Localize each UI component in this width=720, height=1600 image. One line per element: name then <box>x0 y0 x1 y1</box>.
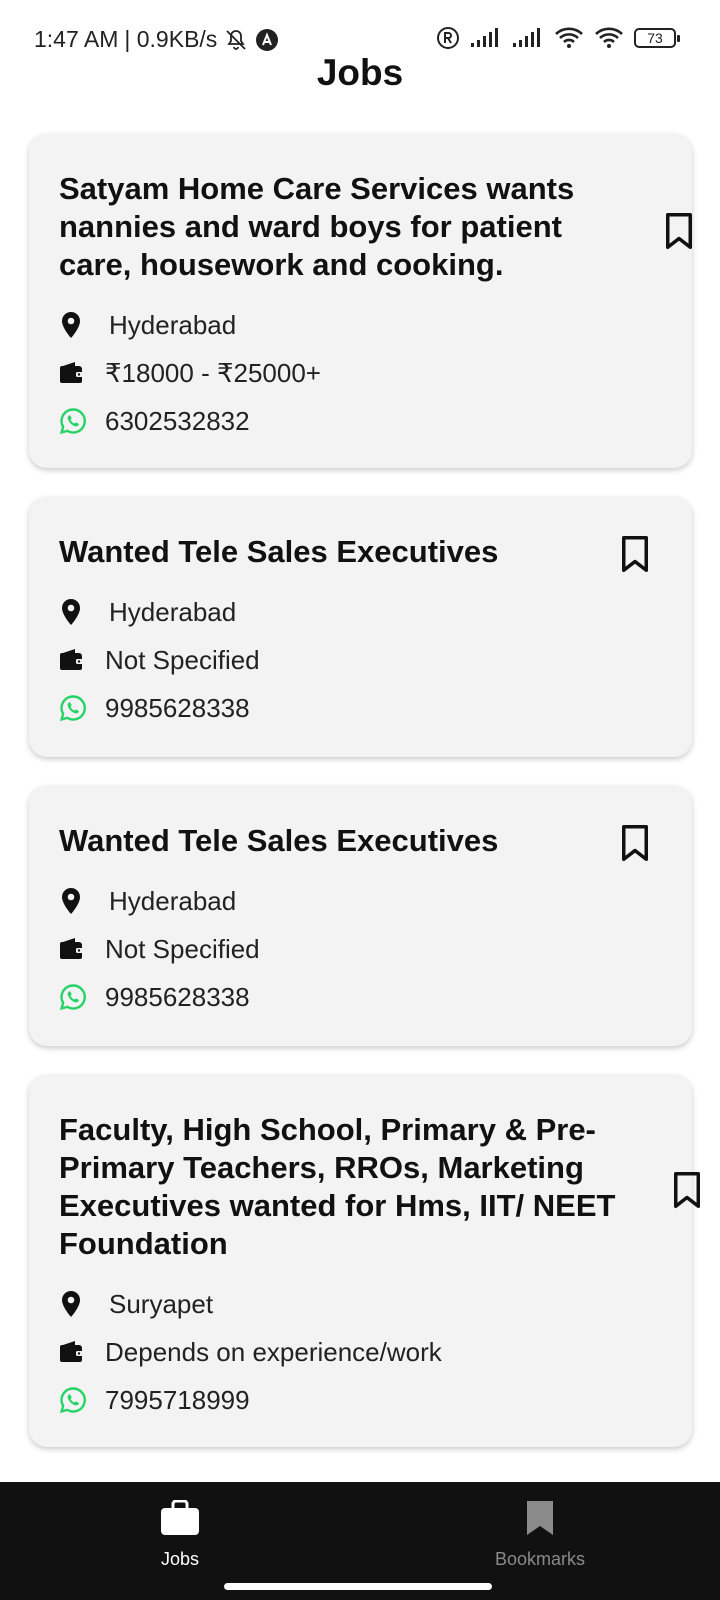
job-salary: Not Specified <box>105 933 260 964</box>
location-pin-icon <box>59 311 93 339</box>
location-pin-icon <box>59 887 93 915</box>
wifi-icon <box>554 26 584 50</box>
job-list: Satyam Home Care Services wants nannies … <box>29 134 700 1447</box>
bell-off-icon <box>223 28 249 52</box>
job-title: Faculty, High School, Primary & Pre-Prim… <box>59 1112 616 1261</box>
job-location: Hyderabad <box>109 885 237 916</box>
wifi-icon <box>594 26 624 50</box>
job-phone: 6302532832 <box>105 405 250 436</box>
phone-row[interactable]: 6302532832 <box>59 406 662 436</box>
job-card[interactable]: Satyam Home Care Services wants nannies … <box>29 134 692 468</box>
job-phone: 9985628338 <box>105 692 250 723</box>
salary-row: ₹18000 - ₹25000+ <box>59 358 662 388</box>
location-row: Suryapet <box>59 1289 662 1319</box>
job-phone: 7995718999 <box>105 1384 250 1415</box>
salary-row: Not Specified <box>59 934 662 964</box>
tab-jobs-label: Jobs <box>160 1549 200 1569</box>
salary-row: Depends on experience/work <box>59 1337 662 1367</box>
signal-icon <box>470 27 502 49</box>
job-title: Satyam Home Care Services wants nannies … <box>59 171 575 282</box>
job-location: Hyderabad <box>109 309 237 340</box>
job-salary: ₹18000 - ₹25000+ <box>105 357 321 388</box>
job-card[interactable]: Wanted Tele Sales Executives Hyderabad N… <box>29 497 692 757</box>
job-title: Wanted Tele Sales Executives <box>59 534 499 569</box>
job-card[interactable]: Faculty, High School, Primary & Pre-Prim… <box>29 1075 700 1447</box>
salary-row: Not Specified <box>59 645 662 675</box>
bookmark-icon[interactable] <box>618 822 652 864</box>
bookmark-icon[interactable] <box>618 533 652 575</box>
phone-row[interactable]: 9985628338 <box>59 982 662 1012</box>
job-card[interactable]: Wanted Tele Sales Executives Hyderabad N… <box>29 786 692 1046</box>
home-indicator[interactable] <box>224 1583 492 1590</box>
status-speed: | 0.9KB/s <box>124 26 218 52</box>
phone-row[interactable]: 9985628338 <box>59 693 662 723</box>
bookmark-filled-icon <box>526 1501 554 1540</box>
phone-row[interactable]: 7995718999 <box>59 1385 662 1415</box>
status-time: 1:47 AM <box>34 26 119 52</box>
app-a-icon <box>255 28 279 52</box>
job-phone: 9985628338 <box>105 981 250 1012</box>
signal-icon <box>512 27 544 49</box>
wallet-icon <box>59 937 93 961</box>
wallet-icon <box>59 361 93 385</box>
battery-icon: 73 <box>634 28 680 48</box>
whatsapp-icon <box>59 694 93 722</box>
location-row: Hyderabad <box>59 597 662 627</box>
location-pin-icon <box>59 598 93 626</box>
whatsapp-icon <box>59 1386 93 1414</box>
registered-icon <box>436 26 460 50</box>
status-right: 73 <box>436 26 680 50</box>
status-left: 1:47 AM | 0.9KB/s <box>34 26 279 53</box>
location-pin-icon <box>59 1290 93 1318</box>
job-salary: Depends on experience/work <box>105 1336 442 1367</box>
job-location: Suryapet <box>109 1288 214 1319</box>
job-salary: Not Specified <box>105 644 260 675</box>
location-row: Hyderabad <box>59 886 662 916</box>
whatsapp-icon <box>59 983 93 1011</box>
bookmark-icon[interactable] <box>670 1169 704 1211</box>
job-title: Wanted Tele Sales Executives <box>59 823 499 858</box>
location-row: Hyderabad <box>59 310 662 340</box>
wallet-icon <box>59 1340 93 1364</box>
bookmark-icon[interactable] <box>662 210 696 252</box>
wallet-icon <box>59 648 93 672</box>
tab-jobs[interactable]: Jobs <box>80 1499 280 1570</box>
tab-bookmarks-label: Bookmarks <box>494 1549 586 1569</box>
tab-bookmarks[interactable]: Bookmarks <box>440 1500 640 1570</box>
page-title: Jobs <box>316 52 404 93</box>
briefcase-icon <box>160 1499 200 1540</box>
job-location: Hyderabad <box>109 596 237 627</box>
whatsapp-icon <box>59 407 93 435</box>
